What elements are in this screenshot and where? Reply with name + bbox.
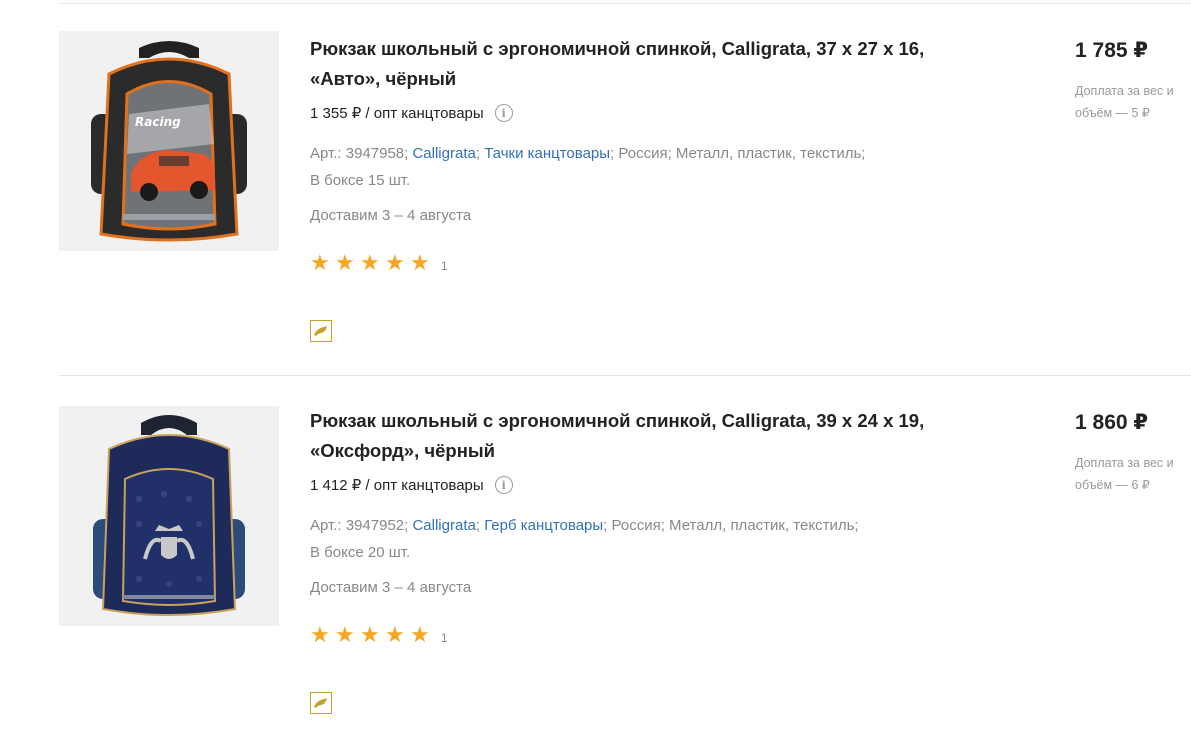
product-meta: Арт.: 3947952; Calligrata; Герб канцтова… <box>310 512 950 566</box>
star-icon: ★ <box>335 251 355 276</box>
racing-backpack-icon: Racing <box>91 41 247 242</box>
star-icon: ★ <box>385 623 405 648</box>
product-image[interactable]: Racing <box>59 31 279 251</box>
star-icon: ★ <box>360 251 380 276</box>
separator: ; <box>475 145 481 162</box>
materials: Металл, пластик, текстиль; <box>675 145 866 162</box>
box-quantity: В боксе 15 шт. <box>310 172 411 189</box>
product-title[interactable]: Рюкзак школьный с эргономичной спинкой, … <box>310 406 930 466</box>
star-icon: ★ <box>310 623 330 648</box>
dolphin-icon <box>314 698 327 708</box>
rating[interactable]: ★ ★ ★ ★ ★ 1 <box>310 253 448 275</box>
star-icon: ★ <box>385 251 405 276</box>
separator: ; <box>475 517 481 534</box>
wholesale-price-label: 1 412 ₽ / опт канцтовары <box>310 477 484 494</box>
product-card: Racing Рюкзак школьный с эргономичной сп… <box>0 0 1191 372</box>
wholesale-price: 1 355 ₽ / опт канцтовары i <box>310 104 513 122</box>
weight-surcharge: Доплата за вес и объём — 5 ₽ <box>1075 84 1174 120</box>
rating-count: 1 <box>441 258 448 273</box>
wholesale-price-label: 1 355 ₽ / опт канцтовары <box>310 105 484 122</box>
box-quantity: В боксе 20 шт. <box>310 544 411 561</box>
materials: Металл, пластик, текстиль; <box>669 517 859 534</box>
country: Россия; <box>618 145 672 162</box>
separator: ; <box>610 145 615 162</box>
info-icon[interactable]: i <box>494 476 513 494</box>
oxford-backpack-icon <box>93 415 245 616</box>
delivery-info: Доставим 3 – 4 августа <box>310 579 472 596</box>
article-number: Арт.: 3947952; <box>310 517 409 534</box>
star-icon: ★ <box>410 623 430 648</box>
product-meta: Арт.: 3947958; Calligrata; Тачки канцтов… <box>310 140 950 194</box>
collection-link[interactable]: Тачки канцтовары <box>484 145 610 162</box>
product-price: 1 860 ₽ <box>1075 411 1148 434</box>
brand-link[interactable]: Calligrata <box>412 145 475 162</box>
star-icon: ★ <box>335 623 355 648</box>
product-title[interactable]: Рюкзак школьный с эргономичной спинкой, … <box>310 34 930 94</box>
svg-text:Racing: Racing <box>135 115 181 129</box>
product-card: Рюкзак школьный с эргономичной спинкой, … <box>0 372 1191 744</box>
dolphin-badge-icon[interactable] <box>310 320 332 342</box>
rating-count: 1 <box>441 630 448 645</box>
dolphin-icon <box>314 326 327 336</box>
separator: ; <box>603 517 608 534</box>
dolphin-badge-icon[interactable] <box>310 692 332 714</box>
product-image[interactable] <box>59 406 279 626</box>
star-icon: ★ <box>410 251 430 276</box>
wholesale-price: 1 412 ₽ / опт канцтовары i <box>310 476 513 494</box>
product-price: 1 785 ₽ <box>1075 39 1148 62</box>
star-icon: ★ <box>310 251 330 276</box>
weight-surcharge: Доплата за вес и объём — 6 ₽ <box>1075 456 1174 492</box>
country: Россия; <box>611 517 665 534</box>
star-icon: ★ <box>360 623 380 648</box>
rating[interactable]: ★ ★ ★ ★ ★ 1 <box>310 625 448 647</box>
brand-link[interactable]: Calligrata <box>412 517 475 534</box>
delivery-info: Доставим 3 – 4 августа <box>310 207 472 224</box>
collection-link[interactable]: Герб канцтовары <box>484 517 603 534</box>
info-icon[interactable]: i <box>494 104 513 122</box>
article-number: Арт.: 3947958; <box>310 145 409 162</box>
